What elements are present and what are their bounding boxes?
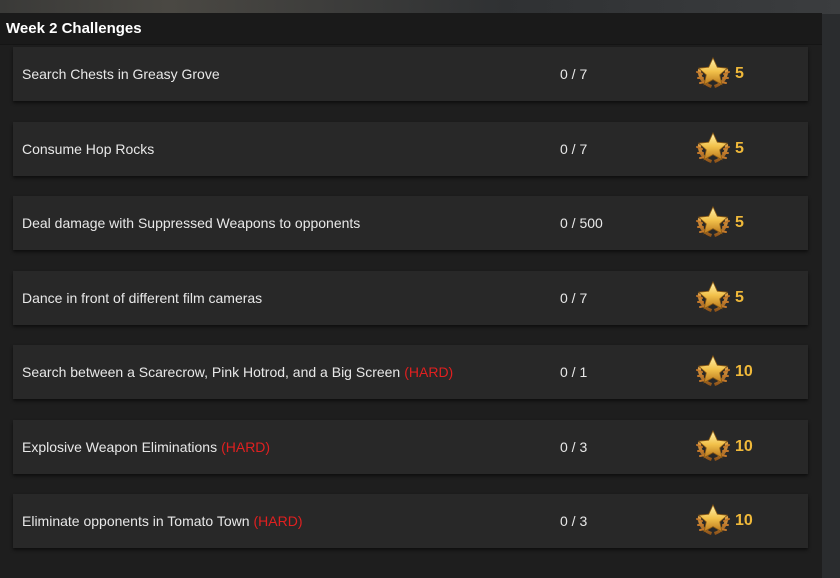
challenge-row[interactable]: Search between a Scarecrow, Pink Hotrod,… xyxy=(13,345,808,399)
stars-count: 10 xyxy=(735,512,753,529)
challenge-task: Deal damage with Suppressed Weapons to o… xyxy=(22,215,360,231)
battle-star-icon xyxy=(695,355,731,389)
hard-tag: (HARD) xyxy=(253,513,303,529)
challenge-list: Search Chests in Greasy Grove 0 / 7 5 Co… xyxy=(13,47,808,569)
battle-star-icon xyxy=(695,206,731,240)
challenge-progress: 0 / 3 xyxy=(560,438,588,455)
background-strip xyxy=(0,0,840,14)
challenge-task: Search between a Scarecrow, Pink Hotrod,… xyxy=(22,364,453,380)
challenge-row[interactable]: Search Chests in Greasy Grove 0 / 7 5 xyxy=(13,47,808,101)
hard-tag: (HARD) xyxy=(404,364,454,380)
challenge-text: Search between a Scarecrow, Pink Hotrod,… xyxy=(22,364,401,380)
challenge-text: Deal damage with Suppressed Weapons to o… xyxy=(22,215,361,231)
challenge-row[interactable]: Deal damage with Suppressed Weapons to o… xyxy=(13,196,808,250)
challenge-task: Search Chests in Greasy Grove xyxy=(22,66,220,82)
challenge-reward: 10 xyxy=(695,429,753,464)
challenge-reward: 5 xyxy=(695,206,744,240)
challenge-row[interactable]: Eliminate opponents in Tomato Town (HARD)… xyxy=(13,494,808,548)
challenge-reward: 5 xyxy=(695,280,744,315)
challenge-progress: 0 / 500 xyxy=(560,215,603,231)
battle-star-icon xyxy=(695,131,731,166)
challenge-row[interactable]: Dance in front of different film cameras… xyxy=(13,270,808,325)
challenge-task: Eliminate opponents in Tomato Town (HARD) xyxy=(22,513,303,529)
challenge-text: Consume Hop Rocks xyxy=(22,140,155,157)
challenge-progress: 0 / 7 xyxy=(560,66,588,82)
stars-count: 10 xyxy=(735,363,753,380)
panel-header: Week 2 Challenges xyxy=(0,13,822,45)
hard-tag: (HARD) xyxy=(221,438,271,455)
challenge-task: Dance in front of different film cameras xyxy=(22,290,262,306)
challenge-progress: 0 / 1 xyxy=(560,364,588,380)
panel-title: Week 2 Challenges xyxy=(6,20,142,37)
challenge-reward: 5 xyxy=(695,57,744,91)
challenge-reward: 5 xyxy=(695,131,744,166)
challenge-row[interactable]: Explosive Weapon Eliminations (HARD) 0 / … xyxy=(13,419,808,474)
challenge-reward: 10 xyxy=(695,355,753,389)
challenge-task: Explosive Weapon Eliminations (HARD) xyxy=(22,439,270,455)
challenge-reward: 10 xyxy=(695,504,753,538)
challenge-progress: 0 / 3 xyxy=(560,513,588,529)
challenge-text: Explosive Weapon Eliminations xyxy=(22,438,218,455)
stars-count: 5 xyxy=(735,288,744,306)
challenge-text: Dance in front of different film cameras xyxy=(22,289,263,306)
stars-count: 5 xyxy=(735,65,744,82)
challenge-progress: 0 / 7 xyxy=(560,289,588,306)
stars-count: 10 xyxy=(735,437,753,455)
challenge-task: Consume Hop Rocks xyxy=(22,141,154,157)
battle-star-icon xyxy=(695,280,731,315)
challenge-text: Search Chests in Greasy Grove xyxy=(22,66,220,82)
challenge-row[interactable]: Consume Hop Rocks 0 / 7 5 xyxy=(13,121,808,176)
battle-star-icon xyxy=(695,504,731,538)
battle-star-icon xyxy=(695,429,731,464)
stars-count: 5 xyxy=(735,214,744,231)
challenge-text: Eliminate opponents in Tomato Town xyxy=(22,513,250,529)
stars-count: 5 xyxy=(735,139,744,157)
battle-star-icon xyxy=(695,57,731,91)
challenge-progress: 0 / 7 xyxy=(560,140,588,157)
